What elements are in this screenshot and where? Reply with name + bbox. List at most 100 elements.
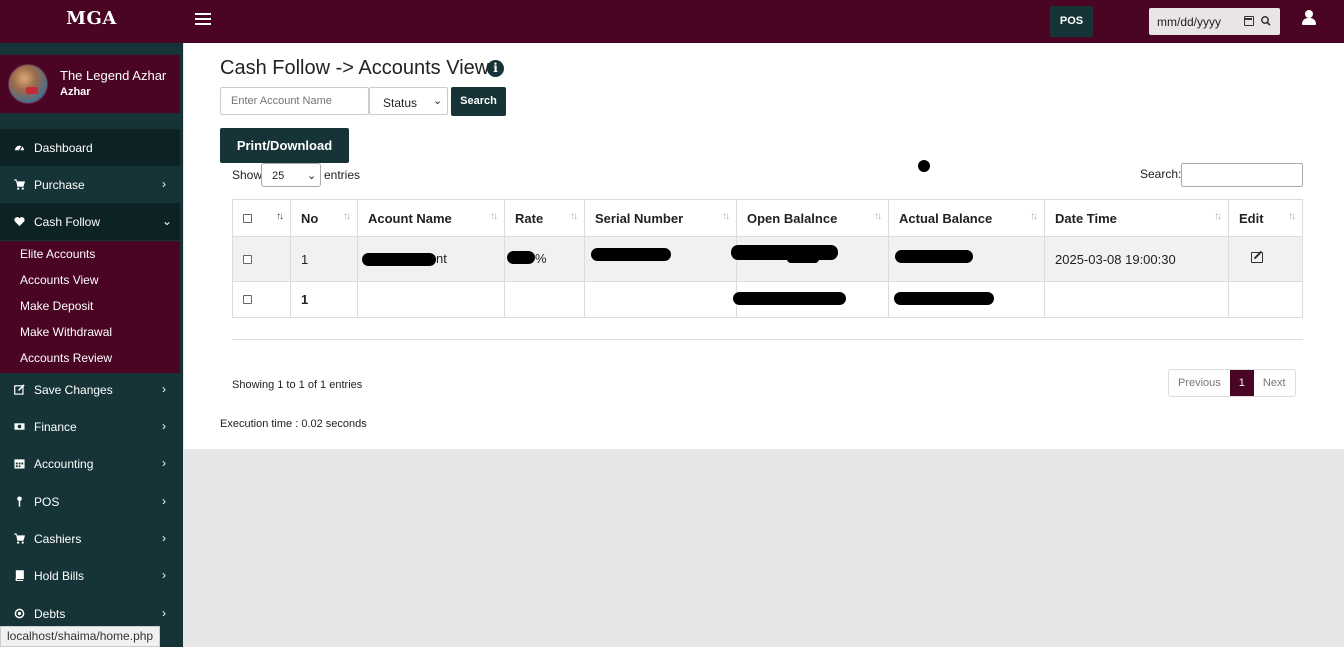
account-name-input[interactable] (220, 87, 369, 115)
search-icon[interactable] (1261, 15, 1271, 27)
submenu-item-make-withdrawal[interactable]: Make Withdrawal (20, 325, 112, 339)
sort-icon[interactable]: ↑↓ (343, 211, 351, 222)
row-select-cell (232, 236, 291, 282)
pin-icon (17, 496, 22, 507)
table-search-input[interactable] (1181, 163, 1303, 187)
cell-actual-balance (888, 281, 1045, 318)
sidebar-item-label: Hold Bills (34, 569, 85, 583)
redaction-mark (894, 292, 994, 305)
column-header-serial-number[interactable]: Serial Number ↑↓ (584, 199, 737, 237)
pagination: Previous 1 Next (1168, 369, 1296, 397)
sort-icon[interactable]: ↑↓ (722, 211, 730, 222)
column-label: Acount Name (368, 210, 452, 226)
pos-button[interactable]: POS (1050, 6, 1093, 37)
table-row: 1 nt % 2025-03-08 19:00:30 (232, 236, 1303, 282)
menu-toggle-icon[interactable] (195, 13, 211, 27)
row-checkbox[interactable] (243, 254, 252, 264)
sidebar-item-label: Cashiers (34, 532, 82, 546)
chevron-down-icon: ⌄ (162, 214, 173, 228)
redaction-mark (362, 253, 436, 266)
sort-icon[interactable]: ↑↓ (874, 211, 882, 222)
submenu-item-accounts-review[interactable]: Accounts Review (20, 351, 112, 365)
sidebar-item-cash-follow[interactable]: Cash Follow ⌄ (0, 203, 180, 240)
book-icon (15, 570, 24, 581)
column-header-edit[interactable]: Edit ↑↓ (1228, 199, 1303, 237)
entries-per-page-select[interactable]: 25 ⌄ (261, 163, 321, 187)
mouse-cursor-dot (918, 160, 930, 172)
accounts-table: ↑↓ No ↑↓ Acount Name ↑↓ Rate ↑↓ Serial Numb… (232, 199, 1303, 318)
sort-icon[interactable]: ↑↓ (490, 211, 498, 222)
print-download-button[interactable]: Print/Download (220, 128, 349, 163)
column-header-no[interactable]: No ↑↓ (290, 199, 358, 237)
redaction-mark (895, 250, 973, 263)
cell-account-name: nt (357, 236, 505, 282)
column-label: Open Balalnce (747, 210, 838, 226)
date-filter-input[interactable]: mm/dd/yyyy (1149, 8, 1280, 35)
sidebar-item-pos[interactable]: POS › (0, 483, 180, 520)
cart-icon (14, 179, 25, 190)
sidebar-item-purchase[interactable]: Purchase › (0, 166, 180, 203)
cell-account-name (357, 281, 505, 318)
calendar-picker-icon[interactable] (1244, 16, 1254, 26)
column-header-open-balance[interactable]: Open Balalnce ↑↓ (736, 199, 889, 237)
pagination-previous[interactable]: Previous (1169, 370, 1230, 396)
sidebar-item-cashiers[interactable]: Cashiers › (0, 520, 180, 557)
edit-row-icon[interactable] (1251, 252, 1263, 263)
sidebar-item-label: Dashboard (34, 141, 93, 155)
select-all-checkbox[interactable] (243, 213, 252, 223)
redaction-mark (731, 245, 838, 260)
dashboard-icon (14, 145, 25, 151)
chevron-right-icon: › (162, 382, 166, 396)
top-navbar: MGA POS mm/dd/yyyy (0, 0, 1344, 43)
column-header-rate[interactable]: Rate ↑↓ (504, 199, 585, 237)
sidebar-item-hold-bills[interactable]: Hold Bills › (0, 557, 180, 594)
avatar (8, 64, 48, 104)
chevron-down-icon: ⌄ (433, 95, 443, 107)
sort-icon[interactable]: ↑↓ (1214, 211, 1222, 222)
show-label: Show (232, 168, 263, 182)
table-info: Showing 1 to 1 of 1 entries (232, 379, 363, 391)
sort-icon[interactable]: ↑↓ (1288, 211, 1296, 222)
submenu-item-elite-accounts[interactable]: Elite Accounts (20, 247, 95, 261)
user-icon[interactable] (1302, 10, 1316, 26)
chevron-right-icon: › (162, 606, 166, 620)
info-icon[interactable]: i (487, 60, 504, 77)
column-header-date-time[interactable]: Date Time ↑↓ (1044, 199, 1229, 237)
sort-icon[interactable]: ↑↓ (570, 211, 578, 222)
sidebar-item-dashboard[interactable]: Dashboard (0, 129, 180, 166)
column-header-account-name[interactable]: Acount Name ↑↓ (357, 199, 505, 237)
sidebar-item-finance[interactable]: Finance › (0, 408, 180, 445)
row-checkbox[interactable] (243, 295, 252, 304)
page-title: Cash Follow -> Accounts View (220, 57, 490, 79)
chevron-down-icon: ⌄ (307, 170, 317, 182)
sidebar-item-save-changes[interactable]: Save Changes › (0, 371, 180, 408)
pagination-page-current[interactable]: 1 (1229, 370, 1254, 396)
cash-follow-submenu: Elite Accounts Accounts View Make Deposi… (0, 241, 180, 373)
chevron-right-icon: › (162, 177, 166, 191)
sidebar-item-label: POS (34, 495, 60, 509)
brand-logo[interactable]: MGA (0, 0, 183, 43)
status-select[interactable]: Status ⌄ (369, 87, 448, 115)
column-label: Serial Number (595, 210, 684, 226)
pagination-next[interactable]: Next (1254, 370, 1295, 396)
circle-dot-icon (14, 608, 25, 619)
redaction-mark (507, 251, 535, 264)
table-search-label: Search: (1140, 167, 1182, 181)
sidebar-item-accounting[interactable]: Accounting › (0, 445, 180, 482)
submenu-item-accounts-view[interactable]: Accounts View (20, 273, 99, 287)
sort-icon[interactable]: ↑↓ (276, 211, 284, 222)
sidebar-item-label: Finance (34, 420, 77, 434)
chevron-right-icon: › (162, 456, 166, 470)
status-select-value: Status (383, 96, 418, 110)
cell-serial-number (584, 281, 737, 318)
cell-rate: % (504, 236, 585, 282)
search-button[interactable]: Search (451, 87, 506, 116)
divider (232, 339, 1303, 340)
sidebar-item-label: Debts (34, 607, 66, 621)
submenu-item-make-deposit[interactable]: Make Deposit (20, 299, 93, 313)
table-row-total: 1 (232, 281, 1303, 318)
sort-icon[interactable]: ↑↓ (1030, 211, 1038, 222)
entries-per-page-value: 25 (272, 170, 285, 182)
money-icon (14, 423, 25, 430)
column-header-actual-balance[interactable]: Actual Balance ↑↓ (888, 199, 1045, 237)
